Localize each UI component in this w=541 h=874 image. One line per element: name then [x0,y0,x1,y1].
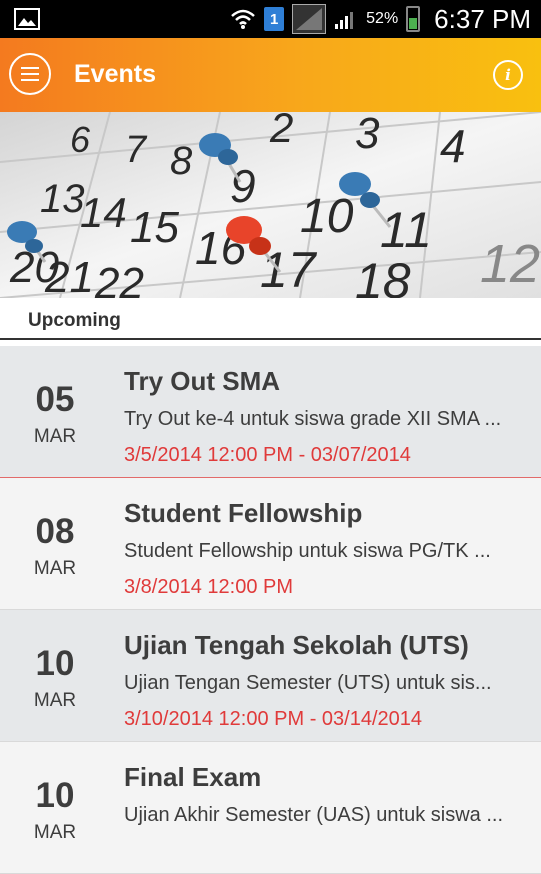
svg-text:18: 18 [355,253,411,298]
event-date: 08 MAR [0,478,110,609]
event-time: 3/8/2014 12:00 PM [124,576,294,598]
event-title: Try Out SMA [124,366,281,396]
svg-text:10: 10 [300,190,354,243]
svg-text:9: 9 [230,160,256,212]
page-title: Events [74,60,156,88]
event-time: 3/10/2014 12:00 PM - 03/14/2014 [124,708,423,730]
event-description: Ujian Akhir Semester (UAS) untuk siswa .… [124,804,504,826]
status-bar: 1 52% 6:37 PM [0,0,541,38]
event-day: 10 [35,644,75,683]
wifi-icon [231,9,255,29]
app-bar: Events i [0,38,541,112]
event-month: MAR [33,822,77,843]
svg-text:8: 8 [170,139,193,183]
sim-icon: 1 [264,7,285,31]
list-item[interactable]: 08 MAR Student Fellowship Student Fellow… [0,478,541,610]
signal-icon [292,4,327,34]
event-title: Student Fellowship [124,498,363,528]
event-time: 3/5/2014 12:00 PM - 03/07/2014 [124,444,411,466]
svg-text:2: 2 [269,112,293,151]
svg-text:15: 15 [130,203,179,252]
event-date: 10 MAR [0,610,110,741]
svg-text:12: 12 [480,234,540,294]
svg-text:21: 21 [44,253,94,298]
event-day: 08 [35,512,75,551]
list-item[interactable]: 05 MAR Try Out SMA Try Out ke-4 untuk si… [0,346,541,478]
svg-text:3: 3 [355,112,380,158]
svg-text:7: 7 [125,129,148,171]
event-list: 05 MAR Try Out SMA Try Out ke-4 untuk si… [0,346,541,874]
list-item[interactable]: 10 MAR Final Exam Ujian Akhir Semester (… [0,742,541,874]
svg-text:14: 14 [80,189,127,236]
battery-percent: 52% [366,10,399,27]
list-item[interactable]: 10 MAR Ujian Tengah Sekolah (UTS) Ujian … [0,610,541,742]
clock: 6:37 PM [434,3,531,34]
event-title: Final Exam [124,762,262,792]
svg-text:6: 6 [70,119,91,160]
event-month: MAR [33,426,77,447]
event-day: 05 [35,380,75,419]
section-title: Upcoming [28,310,121,331]
hamburger-menu-icon[interactable] [9,53,51,95]
event-description: Ujian Tengan Semester (UTS) untuk sis... [124,672,492,694]
event-date: 05 MAR [0,346,110,477]
event-date: 10 MAR [0,742,110,873]
svg-text:13: 13 [40,177,85,221]
svg-text:4: 4 [440,120,466,172]
event-title: Ujian Tengah Sekolah (UTS) [124,630,469,660]
event-month: MAR [33,558,77,579]
event-month: MAR [33,690,77,711]
event-day: 10 [35,776,75,815]
svg-text:11: 11 [380,202,432,258]
battery-icon [406,6,421,32]
signal-icon [335,12,354,29]
calendar-banner-image: 6 7 8 2 3 4 9 13 14 15 16 10 11 17 20 21… [0,112,541,298]
event-description: Student Fellowship untuk siswa PG/TK ... [124,540,491,562]
info-icon[interactable]: i [493,60,523,90]
section-header-upcoming: Upcoming [0,298,541,340]
event-description: Try Out ke-4 untuk siswa grade XII SMA .… [124,408,502,430]
svg-text:22: 22 [94,259,144,298]
image-icon [14,8,40,30]
